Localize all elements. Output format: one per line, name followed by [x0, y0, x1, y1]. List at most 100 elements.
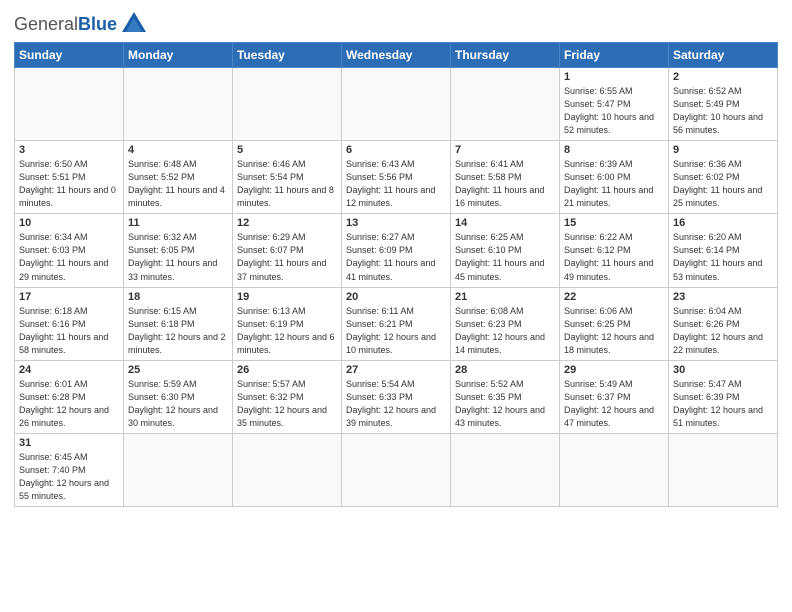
day-info: Sunrise: 6:11 AMSunset: 6:21 PMDaylight:…	[346, 305, 446, 357]
day-cell: 10 Sunrise: 6:34 AMSunset: 6:03 PMDayligh…	[15, 214, 124, 287]
day-number: 3	[19, 144, 119, 156]
day-cell	[124, 433, 233, 506]
header: GeneralBlue	[14, 10, 778, 38]
day-cell: 13 Sunrise: 6:27 AMSunset: 6:09 PMDayligh…	[342, 214, 451, 287]
day-number: 13	[346, 217, 446, 229]
day-info: Sunrise: 6:41 AMSunset: 5:58 PMDaylight:…	[455, 158, 555, 210]
day-cell: 3 Sunrise: 6:50 AMSunset: 5:51 PMDaylight…	[15, 141, 124, 214]
day-info: Sunrise: 6:36 AMSunset: 6:02 PMDaylight:…	[673, 158, 773, 210]
day-number: 5	[237, 144, 337, 156]
week-row-3: 17Sunrise: 6:18 AMSunset: 6:16 PMDayligh…	[15, 287, 778, 360]
day-info: Sunrise: 5:47 AMSunset: 6:39 PMDaylight:…	[673, 378, 773, 430]
day-number: 21	[455, 291, 555, 303]
day-number: 14	[455, 217, 555, 229]
calendar: SundayMondayTuesdayWednesdayThursdayFrid…	[14, 42, 778, 507]
day-info: Sunrise: 6:25 AMSunset: 6:10 PMDaylight:…	[455, 231, 555, 283]
day-cell	[342, 433, 451, 506]
day-info: Sunrise: 6:39 AMSunset: 6:00 PMDaylight:…	[564, 158, 664, 210]
day-cell: 26 Sunrise: 5:57 AMSunset: 6:32 PMDayligh…	[233, 360, 342, 433]
day-cell	[233, 433, 342, 506]
day-number: 9	[673, 144, 773, 156]
day-cell: 6 Sunrise: 6:43 AMSunset: 5:56 PMDaylight…	[342, 141, 451, 214]
day-info: Sunrise: 6:34 AMSunset: 6:03 PMDaylight:…	[19, 231, 119, 283]
day-info: Sunrise: 6:50 AMSunset: 5:51 PMDaylight:…	[19, 158, 119, 210]
week-row-0: 1 Sunrise: 6:55 AMSunset: 5:47 PMDaylight…	[15, 68, 778, 141]
day-number: 26	[237, 364, 337, 376]
day-cell: 18 Sunrise: 6:15 AMSunset: 6:18 PMDayligh…	[124, 287, 233, 360]
weekday-header-wednesday: Wednesday	[342, 43, 451, 68]
weekday-header-thursday: Thursday	[451, 43, 560, 68]
day-cell: 19Sunrise: 6:13 AMSunset: 6:19 PMDayligh…	[233, 287, 342, 360]
day-info: Sunrise: 6:20 AMSunset: 6:14 PMDaylight:…	[673, 231, 773, 283]
day-cell: 9 Sunrise: 6:36 AMSunset: 6:02 PMDaylight…	[669, 141, 778, 214]
logo: GeneralBlue	[14, 10, 148, 38]
day-cell: 25 Sunrise: 5:59 AMSunset: 6:30 PMDayligh…	[124, 360, 233, 433]
day-cell: 23 Sunrise: 6:04 AMSunset: 6:26 PMDayligh…	[669, 287, 778, 360]
day-info: Sunrise: 6:46 AMSunset: 5:54 PMDaylight:…	[237, 158, 337, 210]
logo-general: General	[14, 14, 78, 34]
day-cell: 15Sunrise: 6:22 AMSunset: 6:12 PMDayligh…	[560, 214, 669, 287]
day-cell: 12 Sunrise: 6:29 AMSunset: 6:07 PMDayligh…	[233, 214, 342, 287]
day-cell: 1 Sunrise: 6:55 AMSunset: 5:47 PMDaylight…	[560, 68, 669, 141]
day-info: Sunrise: 5:57 AMSunset: 6:32 PMDaylight:…	[237, 378, 337, 430]
day-cell: 30Sunrise: 5:47 AMSunset: 6:39 PMDayligh…	[669, 360, 778, 433]
day-number: 6	[346, 144, 446, 156]
week-row-1: 3 Sunrise: 6:50 AMSunset: 5:51 PMDaylight…	[15, 141, 778, 214]
day-cell	[15, 68, 124, 141]
weekday-header-monday: Monday	[124, 43, 233, 68]
day-cell	[124, 68, 233, 141]
day-cell: 4 Sunrise: 6:48 AMSunset: 5:52 PMDaylight…	[124, 141, 233, 214]
day-cell: 20Sunrise: 6:11 AMSunset: 6:21 PMDayligh…	[342, 287, 451, 360]
day-cell: 2Sunrise: 6:52 AMSunset: 5:49 PMDaylight…	[669, 68, 778, 141]
day-number: 27	[346, 364, 446, 376]
day-cell	[451, 433, 560, 506]
day-cell	[669, 433, 778, 506]
weekday-header-friday: Friday	[560, 43, 669, 68]
day-number: 1	[564, 71, 664, 83]
logo-icon	[120, 10, 148, 38]
day-cell	[560, 433, 669, 506]
day-number: 18	[128, 291, 228, 303]
weekday-header-sunday: Sunday	[15, 43, 124, 68]
day-info: Sunrise: 5:49 AMSunset: 6:37 PMDaylight:…	[564, 378, 664, 430]
day-cell: 21Sunrise: 6:08 AMSunset: 6:23 PMDayligh…	[451, 287, 560, 360]
day-number: 2	[673, 71, 773, 83]
day-cell: 7 Sunrise: 6:41 AMSunset: 5:58 PMDaylight…	[451, 141, 560, 214]
day-info: Sunrise: 6:55 AMSunset: 5:47 PMDaylight:…	[564, 85, 664, 137]
weekday-header-row: SundayMondayTuesdayWednesdayThursdayFrid…	[15, 43, 778, 68]
day-cell: 28 Sunrise: 5:52 AMSunset: 6:35 PMDayligh…	[451, 360, 560, 433]
day-cell: 14 Sunrise: 6:25 AMSunset: 6:10 PMDayligh…	[451, 214, 560, 287]
day-cell: 29Sunrise: 5:49 AMSunset: 6:37 PMDayligh…	[560, 360, 669, 433]
day-info: Sunrise: 6:04 AMSunset: 6:26 PMDaylight:…	[673, 305, 773, 357]
day-info: Sunrise: 5:52 AMSunset: 6:35 PMDaylight:…	[455, 378, 555, 430]
day-cell: 16 Sunrise: 6:20 AMSunset: 6:14 PMDayligh…	[669, 214, 778, 287]
day-number: 23	[673, 291, 773, 303]
day-info: Sunrise: 6:32 AMSunset: 6:05 PMDaylight:…	[128, 231, 228, 283]
day-number: 7	[455, 144, 555, 156]
day-cell: 27 Sunrise: 5:54 AMSunset: 6:33 PMDayligh…	[342, 360, 451, 433]
day-cell	[342, 68, 451, 141]
day-number: 25	[128, 364, 228, 376]
day-info: Sunrise: 6:22 AMSunset: 6:12 PMDaylight:…	[564, 231, 664, 283]
day-info: Sunrise: 6:43 AMSunset: 5:56 PMDaylight:…	[346, 158, 446, 210]
day-info: Sunrise: 6:15 AMSunset: 6:18 PMDaylight:…	[128, 305, 228, 357]
day-cell: 24Sunrise: 6:01 AMSunset: 6:28 PMDayligh…	[15, 360, 124, 433]
day-cell: 11Sunrise: 6:32 AMSunset: 6:05 PMDayligh…	[124, 214, 233, 287]
day-info: Sunrise: 6:27 AMSunset: 6:09 PMDaylight:…	[346, 231, 446, 283]
day-number: 16	[673, 217, 773, 229]
day-number: 12	[237, 217, 337, 229]
week-row-2: 10 Sunrise: 6:34 AMSunset: 6:03 PMDayligh…	[15, 214, 778, 287]
day-number: 22	[564, 291, 664, 303]
day-cell: 8Sunrise: 6:39 AMSunset: 6:00 PMDaylight…	[560, 141, 669, 214]
day-info: Sunrise: 6:48 AMSunset: 5:52 PMDaylight:…	[128, 158, 228, 210]
day-number: 28	[455, 364, 555, 376]
weekday-header-saturday: Saturday	[669, 43, 778, 68]
day-info: Sunrise: 6:29 AMSunset: 6:07 PMDaylight:…	[237, 231, 337, 283]
day-number: 4	[128, 144, 228, 156]
day-cell: 17Sunrise: 6:18 AMSunset: 6:16 PMDayligh…	[15, 287, 124, 360]
day-number: 10	[19, 217, 119, 229]
weekday-header-tuesday: Tuesday	[233, 43, 342, 68]
day-info: Sunrise: 5:59 AMSunset: 6:30 PMDaylight:…	[128, 378, 228, 430]
day-info: Sunrise: 5:54 AMSunset: 6:33 PMDaylight:…	[346, 378, 446, 430]
day-info: Sunrise: 6:18 AMSunset: 6:16 PMDaylight:…	[19, 305, 119, 357]
